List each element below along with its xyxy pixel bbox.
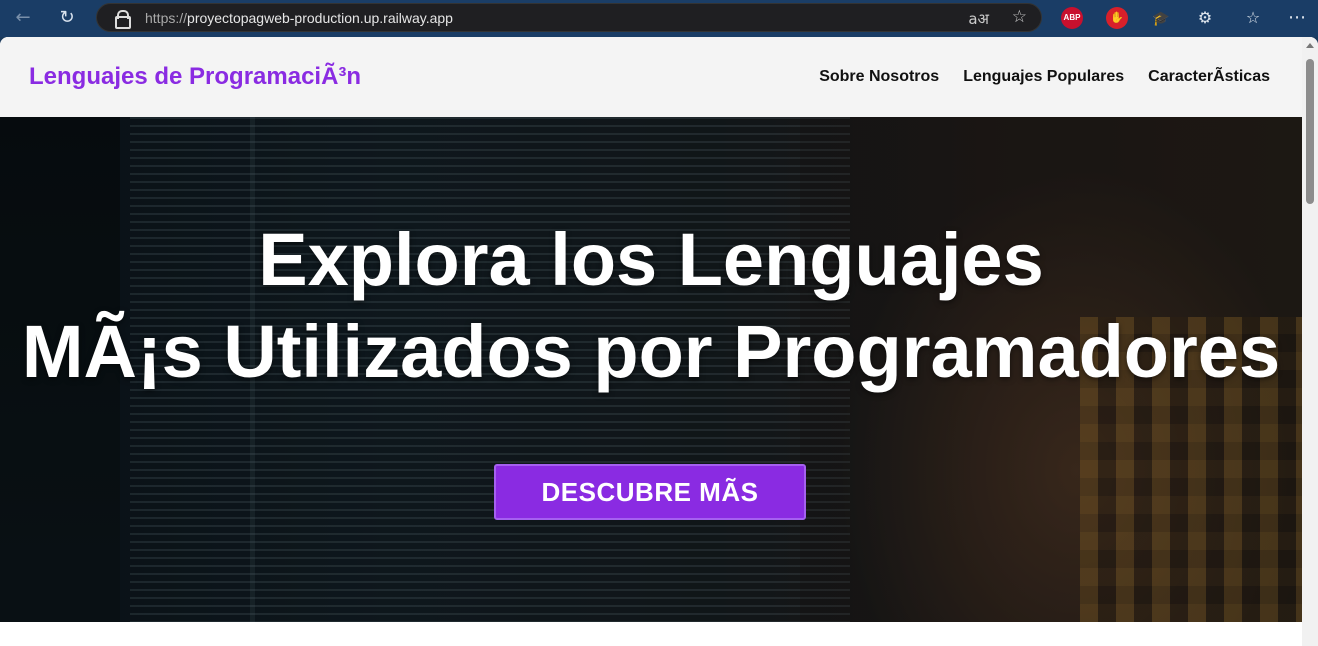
nav-lenguajes-populares[interactable]: Lenguajes Populares bbox=[963, 68, 1124, 86]
back-arrow-icon[interactable]: ← bbox=[10, 5, 36, 31]
read-aloud-icon[interactable]: aअ bbox=[968, 9, 989, 29]
site-header: Lenguajes de ProgramaciÃ³n Sobre Nosotro… bbox=[0, 37, 1302, 117]
lock-icon[interactable] bbox=[115, 10, 131, 29]
scrollbar-thumb[interactable] bbox=[1306, 59, 1314, 204]
nav-caracteristicas[interactable]: CaracterÃsticas bbox=[1148, 68, 1270, 86]
page-scrollbar[interactable] bbox=[1302, 37, 1318, 646]
hero-title-line1: Explora los Lenguajes bbox=[258, 218, 1044, 301]
address-bar[interactable]: https://proyectopagweb-production.up.rai… bbox=[96, 3, 1042, 32]
discover-more-button[interactable]: DESCUBRE MÃS bbox=[494, 464, 806, 520]
page-viewport: Lenguajes de ProgramaciÃ³n Sobre Nosotro… bbox=[0, 37, 1318, 646]
browser-toolbar: ← ↻ https://proyectopagweb-production.up… bbox=[0, 0, 1318, 37]
scroll-up-arrow-icon[interactable] bbox=[1306, 43, 1314, 48]
reload-icon[interactable]: ↻ bbox=[54, 5, 80, 31]
hand-stop-icon[interactable]: ✋ bbox=[1106, 7, 1128, 29]
hero-title: Explora los Lenguajes MÃ¡s Utilizados po… bbox=[0, 214, 1302, 398]
main-nav: Sobre Nosotros Lenguajes Populares Carac… bbox=[819, 68, 1270, 86]
puzzle-icon[interactable]: ⚙ bbox=[1193, 6, 1217, 30]
nav-sobre-nosotros[interactable]: Sobre Nosotros bbox=[819, 68, 939, 86]
adblock-plus-icon[interactable]: ABP bbox=[1061, 7, 1083, 29]
url-protocol: https:// bbox=[145, 10, 188, 26]
hero-title-line2: MÃ¡s Utilizados por Programadores bbox=[21, 309, 1281, 393]
url-text[interactable]: https://proyectopagweb-production.up.rai… bbox=[145, 10, 453, 26]
graduation-cap-icon[interactable]: 🎓 bbox=[1150, 7, 1172, 29]
site-logo[interactable]: Lenguajes de ProgramaciÃ³n bbox=[29, 63, 361, 91]
hero-section: Explora los Lenguajes MÃ¡s Utilizados po… bbox=[0, 117, 1302, 622]
more-icon[interactable]: ⋯ bbox=[1285, 6, 1309, 30]
url-host: proyectopagweb-production.up.railway.app bbox=[187, 10, 453, 26]
favorites-icon[interactable]: ☆ bbox=[1241, 6, 1265, 30]
star-icon[interactable]: ☆ bbox=[1012, 7, 1027, 27]
